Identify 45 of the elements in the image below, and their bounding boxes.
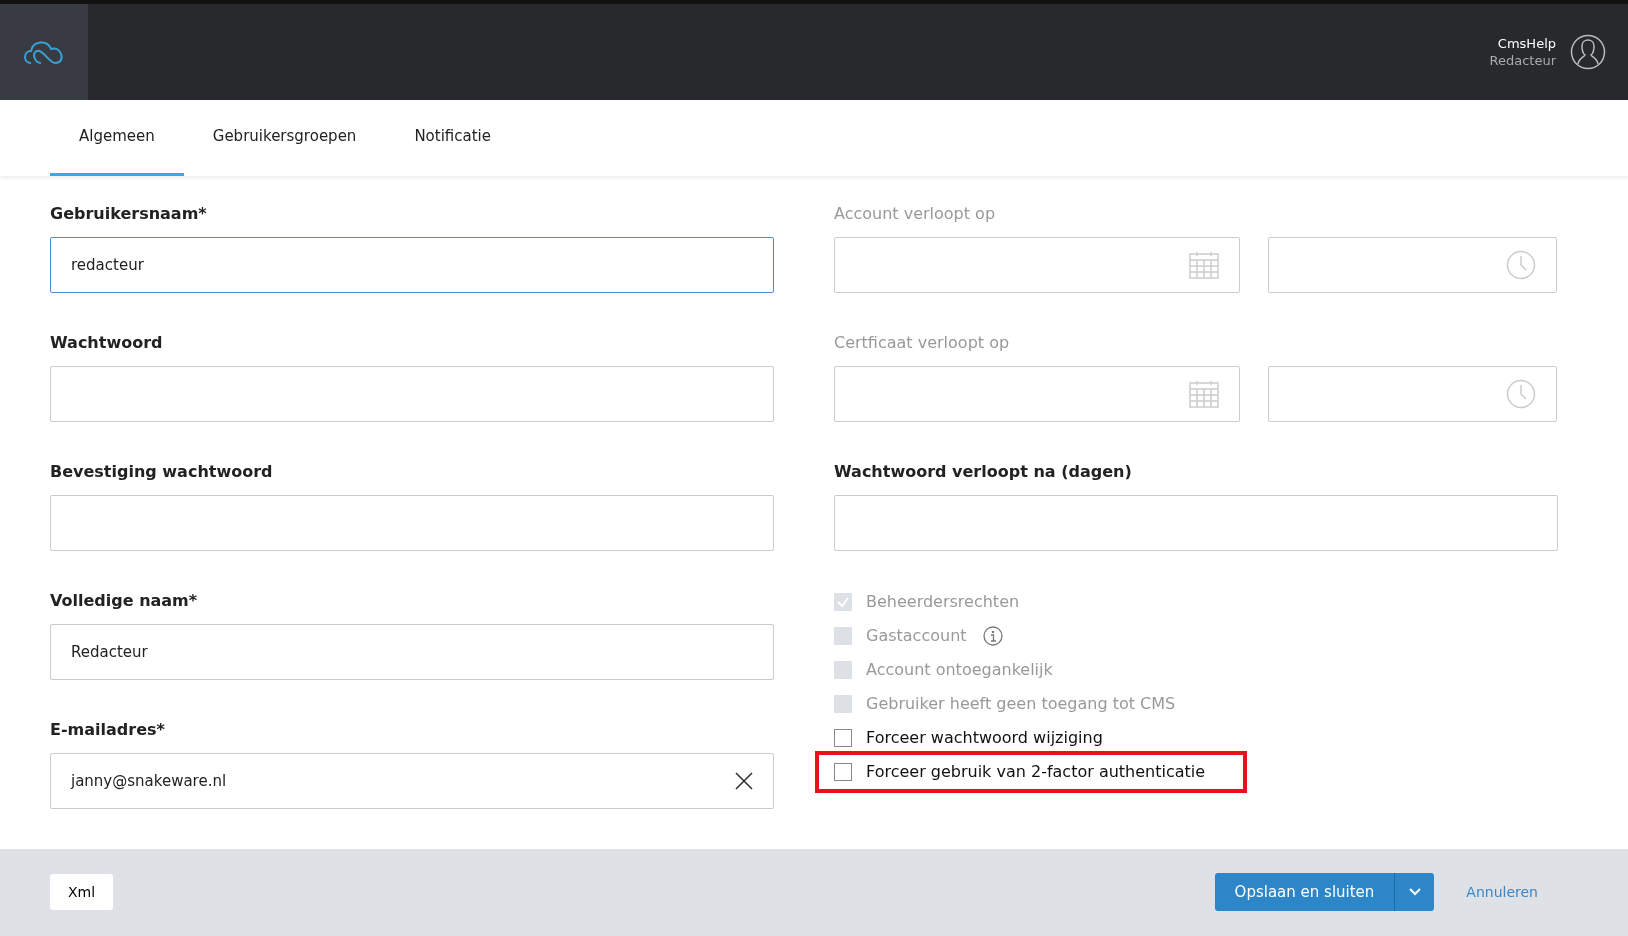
checkbox[interactable] bbox=[834, 762, 852, 781]
date-field[interactable] bbox=[834, 236, 1240, 293]
field-label: Certficaat verloopt op bbox=[834, 332, 1011, 352]
input-field[interactable] bbox=[50, 365, 774, 422]
input-field[interactable]: janny@snakeware.nl bbox=[50, 752, 774, 809]
checkbox-label: Forceer gebruik van 2-factor authenticatie bbox=[866, 762, 1206, 782]
tab[interactable]: Gebruikersgroepen bbox=[183, 100, 386, 176]
input-field[interactable]: redacteur bbox=[50, 236, 774, 293]
user-avatar-icon[interactable] bbox=[1570, 34, 1606, 70]
input-field[interactable] bbox=[50, 494, 774, 551]
input-field[interactable] bbox=[834, 494, 1558, 551]
calendar-icon[interactable] bbox=[1189, 379, 1219, 408]
checkbox-label: Forceer wachtwoord wijziging bbox=[866, 728, 1103, 748]
clock-icon[interactable] bbox=[1506, 378, 1536, 409]
save-button[interactable]: Opslaan en sluiten bbox=[1214, 873, 1395, 912]
field-value: janny@snakeware.nl bbox=[71, 771, 228, 790]
tab[interactable]: Notificatie bbox=[385, 100, 520, 176]
clock-icon[interactable] bbox=[1506, 249, 1536, 280]
field-label: Volledige naam* bbox=[50, 590, 199, 610]
checkbox-label: Gebruiker heeft geen toegang tot CMS bbox=[866, 694, 1176, 714]
field-value: Redacteur bbox=[71, 642, 149, 661]
chevron-down-icon bbox=[1408, 888, 1421, 897]
user-role: Redacteur bbox=[1489, 53, 1556, 68]
user-name: CmsHelp bbox=[1497, 36, 1556, 51]
logo-tile[interactable] bbox=[0, 4, 88, 100]
field-label: Wachtwoord bbox=[50, 332, 164, 352]
field-label: Account verloopt op bbox=[834, 203, 997, 223]
field-label: Bevestiging wachtwoord bbox=[50, 461, 274, 481]
time-field[interactable] bbox=[1268, 365, 1557, 422]
checkbox-label: Account ontoegankelijk bbox=[866, 660, 1053, 680]
dropdown-button[interactable] bbox=[1394, 873, 1435, 912]
tab[interactable]: Algemeen bbox=[50, 100, 184, 176]
time-field[interactable] bbox=[1268, 236, 1557, 293]
field-label: E-mailadres* bbox=[50, 719, 166, 739]
date-field[interactable] bbox=[834, 365, 1240, 422]
checkbox[interactable] bbox=[834, 728, 852, 747]
field-label: Gebruikersnaam* bbox=[50, 203, 208, 223]
checkbox-label: Beheerdersrechten bbox=[866, 592, 1020, 612]
close-icon[interactable] bbox=[735, 771, 753, 790]
field-value: redacteur bbox=[71, 255, 145, 274]
checkbox-label: Gastaccount bbox=[866, 626, 967, 646]
field-label: Wachtwoord verloopt na (dagen) bbox=[834, 461, 1133, 481]
input-field[interactable]: Redacteur bbox=[50, 623, 774, 680]
xml-button[interactable]: Xml bbox=[50, 874, 114, 911]
calendar-icon[interactable] bbox=[1189, 250, 1219, 279]
